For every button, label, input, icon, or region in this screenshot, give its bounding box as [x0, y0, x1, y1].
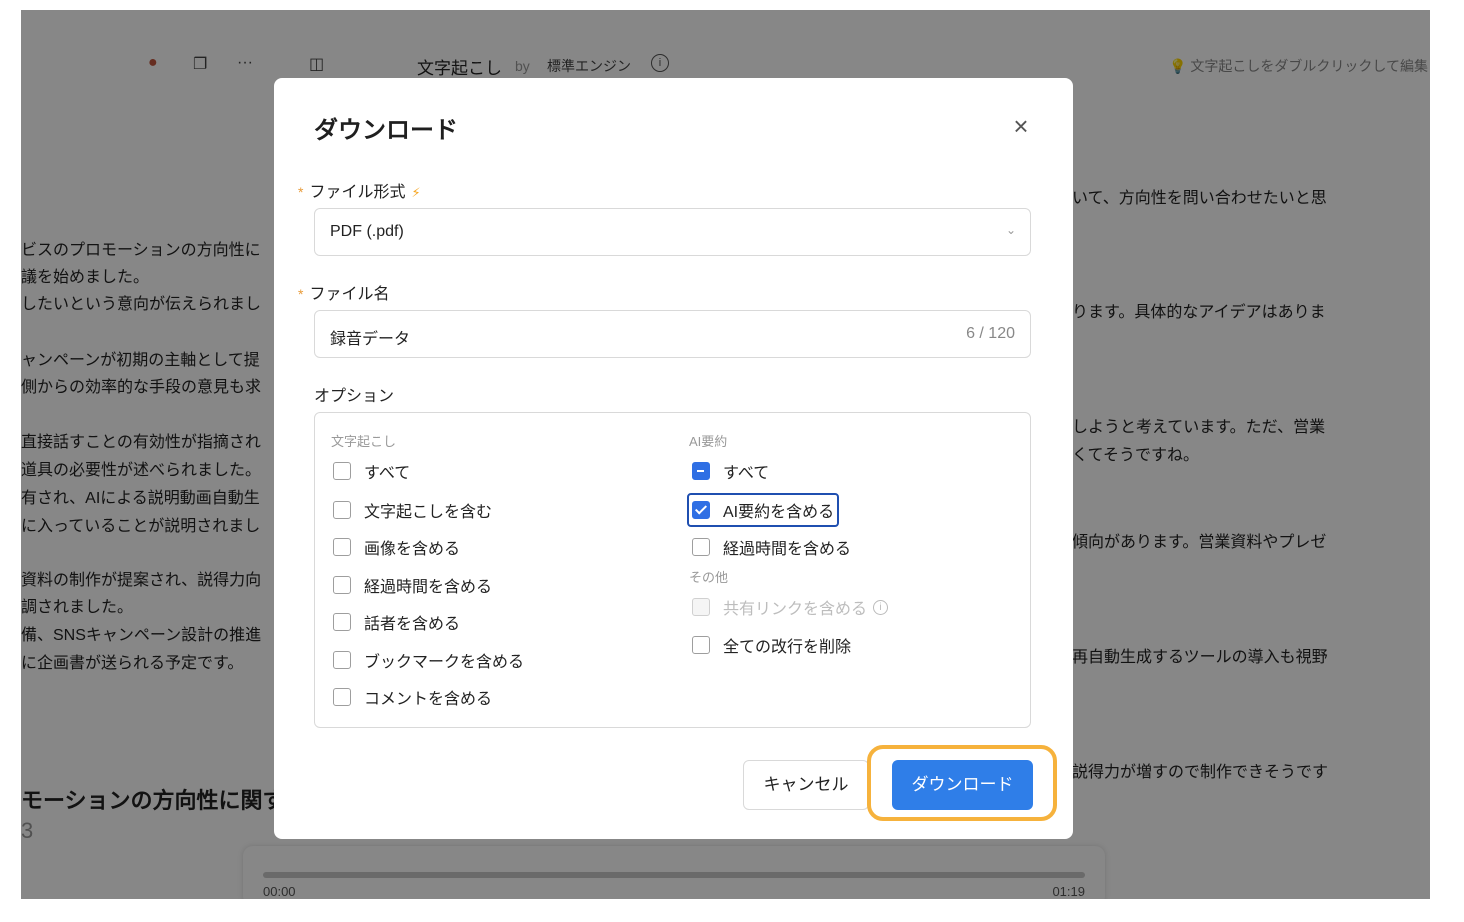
filename-label-text: ファイル名 — [309, 286, 390, 303]
group-transcript-title: 文字起こし — [331, 434, 397, 449]
option-ai-timestamps[interactable]: 経過時間を含める — [692, 535, 851, 559]
option-label: コメントを含める — [364, 691, 493, 708]
options-panel: 文字起こし すべて 文字起こしを含む 画像を含める 経過時間を含める 話者を含め… — [314, 412, 1031, 728]
checkbox[interactable] — [333, 613, 351, 631]
char-counter: 6 / 120 — [966, 325, 1015, 342]
option-label: ブックマークを含める — [364, 654, 525, 671]
filename-input[interactable]: 録音データ 6 / 120 — [314, 310, 1031, 358]
option-include-bookmarks[interactable]: ブックマークを含める — [333, 648, 524, 672]
cancel-button[interactable]: キャンセル — [743, 760, 869, 810]
filename-label: * ファイル名 — [298, 280, 389, 304]
option-transcript-all[interactable]: すべて — [333, 459, 410, 483]
option-label: 全ての改行を削除 — [723, 639, 852, 656]
checkbox[interactable] — [333, 651, 351, 669]
checkbox[interactable] — [692, 501, 710, 519]
download-button[interactable]: ダウンロード — [892, 760, 1033, 810]
format-value: PDF (.pdf) — [330, 223, 404, 240]
option-include-images[interactable]: 画像を含める — [333, 535, 460, 559]
format-label: * ファイル形式 ⚡ — [298, 178, 421, 202]
option-include-speakers[interactable]: 話者を含める — [333, 610, 460, 634]
checkbox[interactable] — [692, 538, 710, 556]
close-icon[interactable]: × — [1009, 113, 1033, 139]
option-label: すべて — [723, 465, 770, 482]
info-icon[interactable]: i — [873, 599, 889, 615]
format-label-text: ファイル形式 — [309, 184, 406, 201]
group-ai-title: AI要約 — [689, 434, 728, 449]
required-mark: * — [298, 184, 304, 200]
option-label: 経過時間を含める — [364, 579, 493, 596]
option-remove-linebreaks[interactable]: 全ての改行を削除 — [692, 633, 851, 657]
option-label: AI要約を含める — [723, 504, 835, 521]
checkbox[interactable] — [333, 462, 351, 480]
format-select[interactable]: PDF (.pdf) ⌄ — [314, 208, 1031, 256]
download-dialog: ダウンロード × * ファイル形式 ⚡ PDF (.pdf) ⌄ * ファイル名 録音… — [274, 78, 1073, 839]
option-label: 経過時間を含める — [723, 541, 852, 558]
option-include-ai-summary[interactable]: AI要約を含める — [686, 493, 840, 527]
option-include-timestamps[interactable]: 経過時間を含める — [333, 573, 492, 597]
option-include-transcript[interactable]: 文字起こしを含む — [333, 498, 492, 522]
dialog-title: ダウンロード — [314, 117, 458, 144]
filename-value: 録音データ — [330, 331, 411, 348]
option-label: 共有リンクを含める — [723, 601, 868, 618]
checkbox — [692, 598, 710, 616]
checkbox[interactable] — [692, 462, 710, 480]
bolt-icon: ⚡ — [411, 185, 421, 200]
options-label: オプション — [314, 388, 395, 405]
option-include-comments[interactable]: コメントを含める — [333, 685, 492, 709]
checkbox[interactable] — [692, 636, 710, 654]
group-other-title: その他 — [689, 570, 729, 585]
option-ai-all[interactable]: すべて — [692, 459, 769, 483]
option-label: 画像を含める — [364, 541, 461, 558]
checkbox[interactable] — [333, 688, 351, 706]
option-label: すべて — [364, 465, 411, 482]
chevron-down-icon: ⌄ — [1005, 223, 1016, 237]
option-share-link: 共有リンクを含める i — [692, 595, 889, 619]
option-label: 文字起こしを含む — [364, 504, 493, 521]
checkbox[interactable] — [333, 576, 351, 594]
checkbox[interactable] — [333, 538, 351, 556]
required-mark: * — [298, 286, 304, 302]
checkbox[interactable] — [333, 501, 351, 519]
option-label: 話者を含める — [364, 616, 461, 633]
